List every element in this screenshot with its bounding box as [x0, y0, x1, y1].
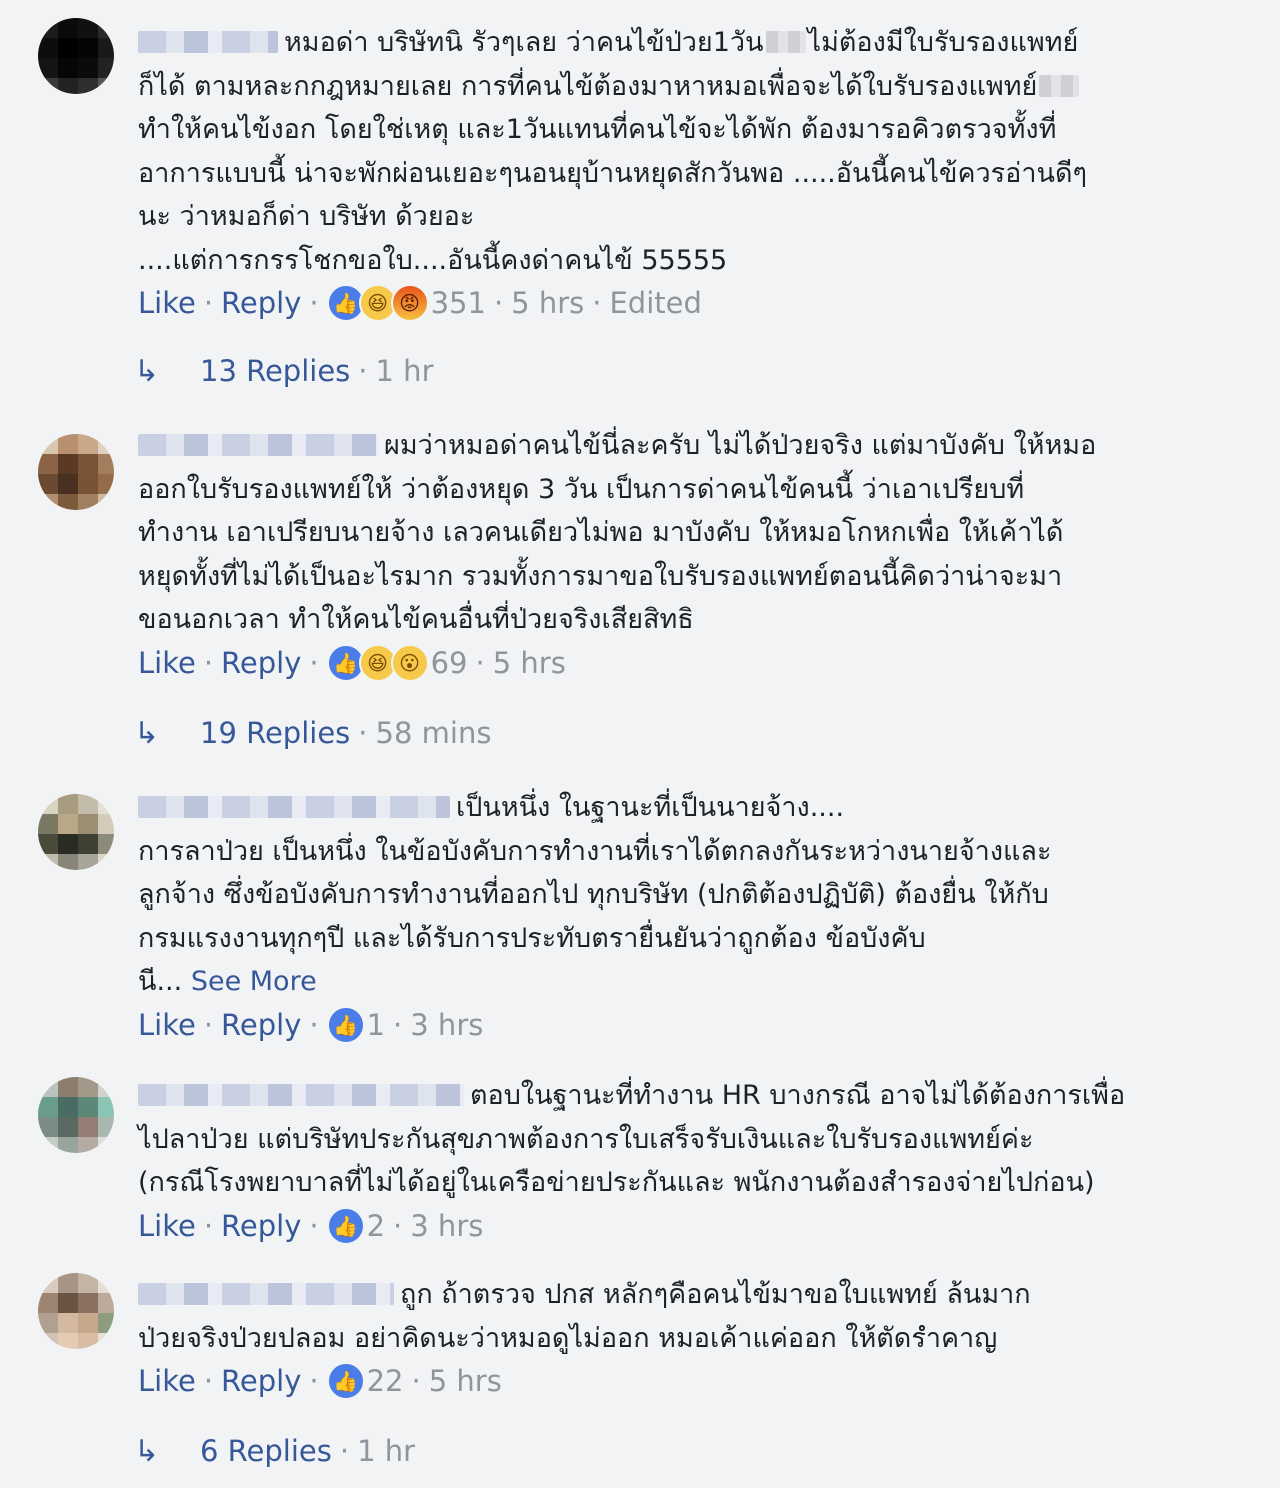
reaction-count[interactable]: 1 — [367, 1008, 385, 1042]
redacted-text — [765, 31, 806, 53]
edited-label[interactable]: Edited — [609, 286, 701, 320]
like-icon: 👍 — [326, 1005, 365, 1044]
timestamp[interactable]: 3 hrs — [410, 1008, 483, 1042]
like-link[interactable]: Like — [138, 286, 196, 320]
replies-count[interactable]: 19 Replies — [200, 716, 350, 750]
replies-time: 58 mins — [375, 716, 492, 750]
author-name[interactable] — [138, 796, 450, 818]
reactions[interactable]: 👍 — [326, 1206, 365, 1245]
see-more-link[interactable]: See More — [191, 966, 317, 997]
comment-actions: Like · Reply · 👍 😆 😡 351 · 5 hrs · Edited — [138, 284, 702, 322]
wow-icon: 😮 — [390, 643, 429, 682]
angry-icon: 😡 — [390, 284, 429, 322]
comment-actions: Like · Reply · 👍 22 · 5 hrs — [138, 1362, 502, 1400]
comment-text: ตอบในฐานะที่ทำงาน HR บางกรณี อาจไม่ได้ต้… — [138, 1080, 1126, 1198]
reactions[interactable]: 👍 — [326, 1005, 365, 1044]
avatar[interactable] — [38, 1077, 114, 1153]
replies-count[interactable]: 13 Replies — [200, 354, 350, 388]
replies-time: 1 hr — [375, 354, 434, 388]
replies-link[interactable]: ↳ 6 Replies · 1 hr — [134, 1430, 415, 1472]
reply-link[interactable]: Reply — [221, 1364, 301, 1398]
replies-time: 1 hr — [357, 1434, 416, 1468]
reply-link[interactable]: Reply — [221, 646, 301, 680]
reactions[interactable]: 👍 — [326, 1362, 365, 1400]
reaction-count[interactable]: 69 — [431, 646, 468, 680]
reactions[interactable]: 👍 😆 😮 — [326, 643, 429, 682]
reply-link[interactable]: Reply — [221, 286, 301, 320]
like-link[interactable]: Like — [138, 1364, 196, 1398]
author-name[interactable] — [138, 31, 278, 53]
reply-link[interactable]: Reply — [221, 1209, 301, 1243]
author-name[interactable] — [138, 434, 378, 456]
reactions[interactable]: 👍 😆 😡 — [326, 284, 429, 322]
replies-link[interactable]: ↳ 19 Replies · 58 mins — [134, 712, 491, 754]
timestamp[interactable]: 5 hrs — [511, 286, 584, 320]
avatar[interactable] — [38, 434, 114, 510]
author-name[interactable] — [138, 1283, 394, 1305]
comment-text: ถูก ถ้าตรวจ ปกส หลักๆคือคนไข้มาขอใบแพทย์… — [138, 1279, 1031, 1354]
comment-text: หมอด่า บริษัทนิ รัวๆเลย ว่าคนไข้ป่วย1วัน… — [138, 27, 1088, 276]
like-icon: 👍 — [326, 1206, 365, 1245]
reply-arrow-icon: ↳ — [134, 715, 160, 751]
comment-actions: Like · Reply · 👍 2 · 3 hrs — [138, 1206, 484, 1245]
comment-text: ผมว่าหมอด่าคนไข้นี่ละครับ ไม่ได้ป่วยจริง… — [138, 430, 1097, 635]
reaction-count[interactable]: 22 — [367, 1364, 404, 1398]
comment-actions: Like · Reply · 👍 😆 😮 69 · 5 hrs — [138, 643, 566, 682]
timestamp[interactable]: 3 hrs — [410, 1209, 483, 1243]
reply-arrow-icon: ↳ — [134, 1433, 160, 1469]
reply-link[interactable]: Reply — [221, 1008, 301, 1042]
comment-actions: Like · Reply · 👍 1 · 3 hrs — [138, 1005, 484, 1044]
timestamp[interactable]: 5 hrs — [493, 646, 566, 680]
replies-link[interactable]: ↳ 13 Replies · 1 hr — [134, 350, 434, 392]
reaction-count[interactable]: 351 — [431, 286, 486, 320]
redacted-text — [1039, 74, 1080, 97]
replies-count[interactable]: 6 Replies — [200, 1434, 332, 1468]
avatar[interactable] — [38, 794, 114, 870]
reaction-count[interactable]: 2 — [367, 1209, 385, 1243]
avatar[interactable] — [38, 1273, 114, 1349]
timestamp[interactable]: 5 hrs — [429, 1364, 502, 1398]
like-link[interactable]: Like — [138, 1008, 196, 1042]
comment-text: เป็นหนึ่ง ในฐานะที่เป็นนายจ้าง.... การลา… — [138, 792, 1052, 997]
like-icon: 👍 — [326, 1362, 365, 1400]
author-name[interactable] — [138, 1084, 464, 1106]
reply-arrow-icon: ↳ — [134, 353, 160, 389]
avatar[interactable] — [38, 18, 114, 94]
like-link[interactable]: Like — [138, 646, 196, 680]
like-link[interactable]: Like — [138, 1209, 196, 1243]
